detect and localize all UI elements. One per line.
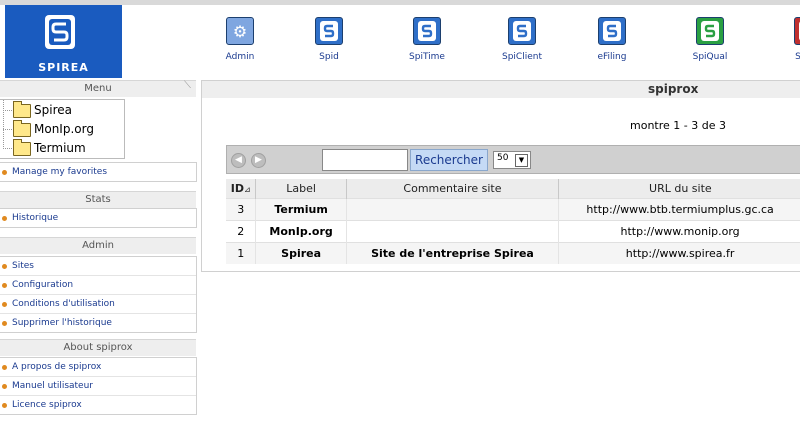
sites-link[interactable]: Sites (0, 257, 196, 276)
about-list: A propos de spiprox Manuel utilisateur L… (0, 357, 197, 415)
app-spica[interactable]: SpiCa (768, 17, 800, 62)
row-url: http://www.spirea.fr (558, 242, 800, 264)
collapse-grip-icon[interactable]: ⟍ (184, 80, 191, 91)
app-label: SpiClient (502, 52, 542, 62)
previous-page-icon[interactable]: ◀ (231, 153, 246, 168)
spirea-logo[interactable]: SPIREA (5, 5, 122, 78)
sites-table: ID⊿ Label Commentaire site URL du site 3… (226, 179, 800, 264)
row-id: 2 (226, 220, 257, 243)
col-id-header[interactable]: ID⊿ (226, 179, 257, 199)
app-admin[interactable]: ⚙ Admin (200, 17, 280, 62)
col-url-header[interactable]: URL du site (558, 179, 800, 199)
supprimer-historique-link[interactable]: Supprimer l'historique (0, 314, 196, 332)
row-url: http://www.monip.org (558, 220, 800, 243)
app-label: Admin (225, 52, 255, 62)
site-tree: Spirea MonIp.org Termium (0, 99, 125, 159)
stats-list: Historique (0, 208, 197, 228)
spirea-s-icon (315, 17, 343, 45)
spirea-logo-icon (45, 15, 75, 49)
spirea-s-icon (696, 17, 724, 45)
spirea-s-icon (508, 17, 536, 45)
folder-icon (13, 101, 31, 118)
row-label: Spirea (255, 242, 347, 264)
search-input[interactable] (322, 149, 408, 171)
row-comment (346, 198, 560, 221)
manuel-link[interactable]: Manuel utilisateur (0, 377, 196, 396)
col-comment-header[interactable]: Commentaire site (346, 179, 560, 199)
table-row[interactable]: 1 Spirea Site de l'entreprise Spirea htt… (226, 242, 800, 264)
menu-header: Menu (0, 80, 196, 97)
main-panel: spiprox montre 1 - 3 de 3 ◀ ▶ Rechercher… (201, 80, 800, 272)
app-label: SpiQual (692, 52, 728, 62)
app-label: SpiCa (795, 52, 800, 62)
panel-header: spiprox (202, 81, 800, 98)
tree-node-monip[interactable]: MonIp.org (0, 120, 124, 139)
table-row[interactable]: 3 Termium http://www.btb.termiumplus.gc.… (226, 198, 800, 221)
row-label: MonIp.org (255, 220, 347, 243)
page-size-select[interactable]: 50 ▼ (493, 151, 531, 169)
app-spid[interactable]: Spid (289, 17, 369, 62)
folder-icon (13, 139, 31, 156)
manage-favorites-link[interactable]: Manage my favorites (0, 163, 196, 181)
spirea-s-icon (413, 17, 441, 45)
grid-toolbar: ◀ ▶ Rechercher 50 ▼ (226, 145, 800, 174)
tree-node-termium[interactable]: Termium (0, 139, 124, 158)
row-id: 1 (226, 242, 257, 264)
app-efiling[interactable]: eFiling (572, 17, 652, 62)
spirea-s-icon (598, 17, 626, 45)
configuration-link[interactable]: Configuration (0, 276, 196, 295)
app-label: SpiTime (409, 52, 445, 62)
app-spiclient[interactable]: SpiClient (482, 17, 562, 62)
historique-link[interactable]: Historique (0, 209, 196, 227)
chevron-down-icon: ▼ (515, 154, 528, 167)
row-id: 3 (226, 198, 257, 221)
app-spitime[interactable]: SpiTime (387, 17, 467, 62)
folder-icon (13, 120, 31, 137)
tree-node-spirea[interactable]: Spirea (0, 101, 124, 120)
app-spiqual[interactable]: SpiQual (670, 17, 750, 62)
stats-header: Stats (0, 191, 196, 208)
next-page-icon[interactable]: ▶ (251, 153, 266, 168)
admin-cogs-icon: ⚙ (226, 17, 254, 45)
app-label: eFiling (597, 52, 627, 62)
conditions-link[interactable]: Conditions d'utilisation (0, 295, 196, 314)
a-propos-link[interactable]: A propos de spiprox (0, 358, 196, 377)
brand-name: SPIREA (38, 61, 89, 74)
row-comment (346, 220, 560, 243)
about-header: About spiprox (0, 339, 196, 356)
panel-title: spiprox (648, 82, 699, 96)
row-url: http://www.btb.termiumplus.gc.ca (558, 198, 800, 221)
row-comment: Site de l'entreprise Spirea (346, 242, 560, 264)
row-label: Termium (255, 198, 347, 221)
admin-list: Sites Configuration Conditions d'utilisa… (0, 256, 197, 333)
spirea-s-icon (794, 17, 800, 45)
admin-header: Admin (0, 237, 196, 254)
favorites-list: Manage my favorites (0, 162, 197, 182)
search-button[interactable]: Rechercher (410, 149, 488, 171)
licence-link[interactable]: Licence spiprox (0, 396, 196, 414)
page-size-value: 50 (497, 153, 509, 163)
result-count: montre 1 - 3 de 3 (630, 119, 726, 132)
table-row[interactable]: 2 MonIp.org http://www.monip.org (226, 220, 800, 243)
app-label: Spid (319, 52, 339, 62)
col-label-header[interactable]: Label (255, 179, 347, 199)
sort-asc-icon: ⊿ (243, 185, 251, 194)
